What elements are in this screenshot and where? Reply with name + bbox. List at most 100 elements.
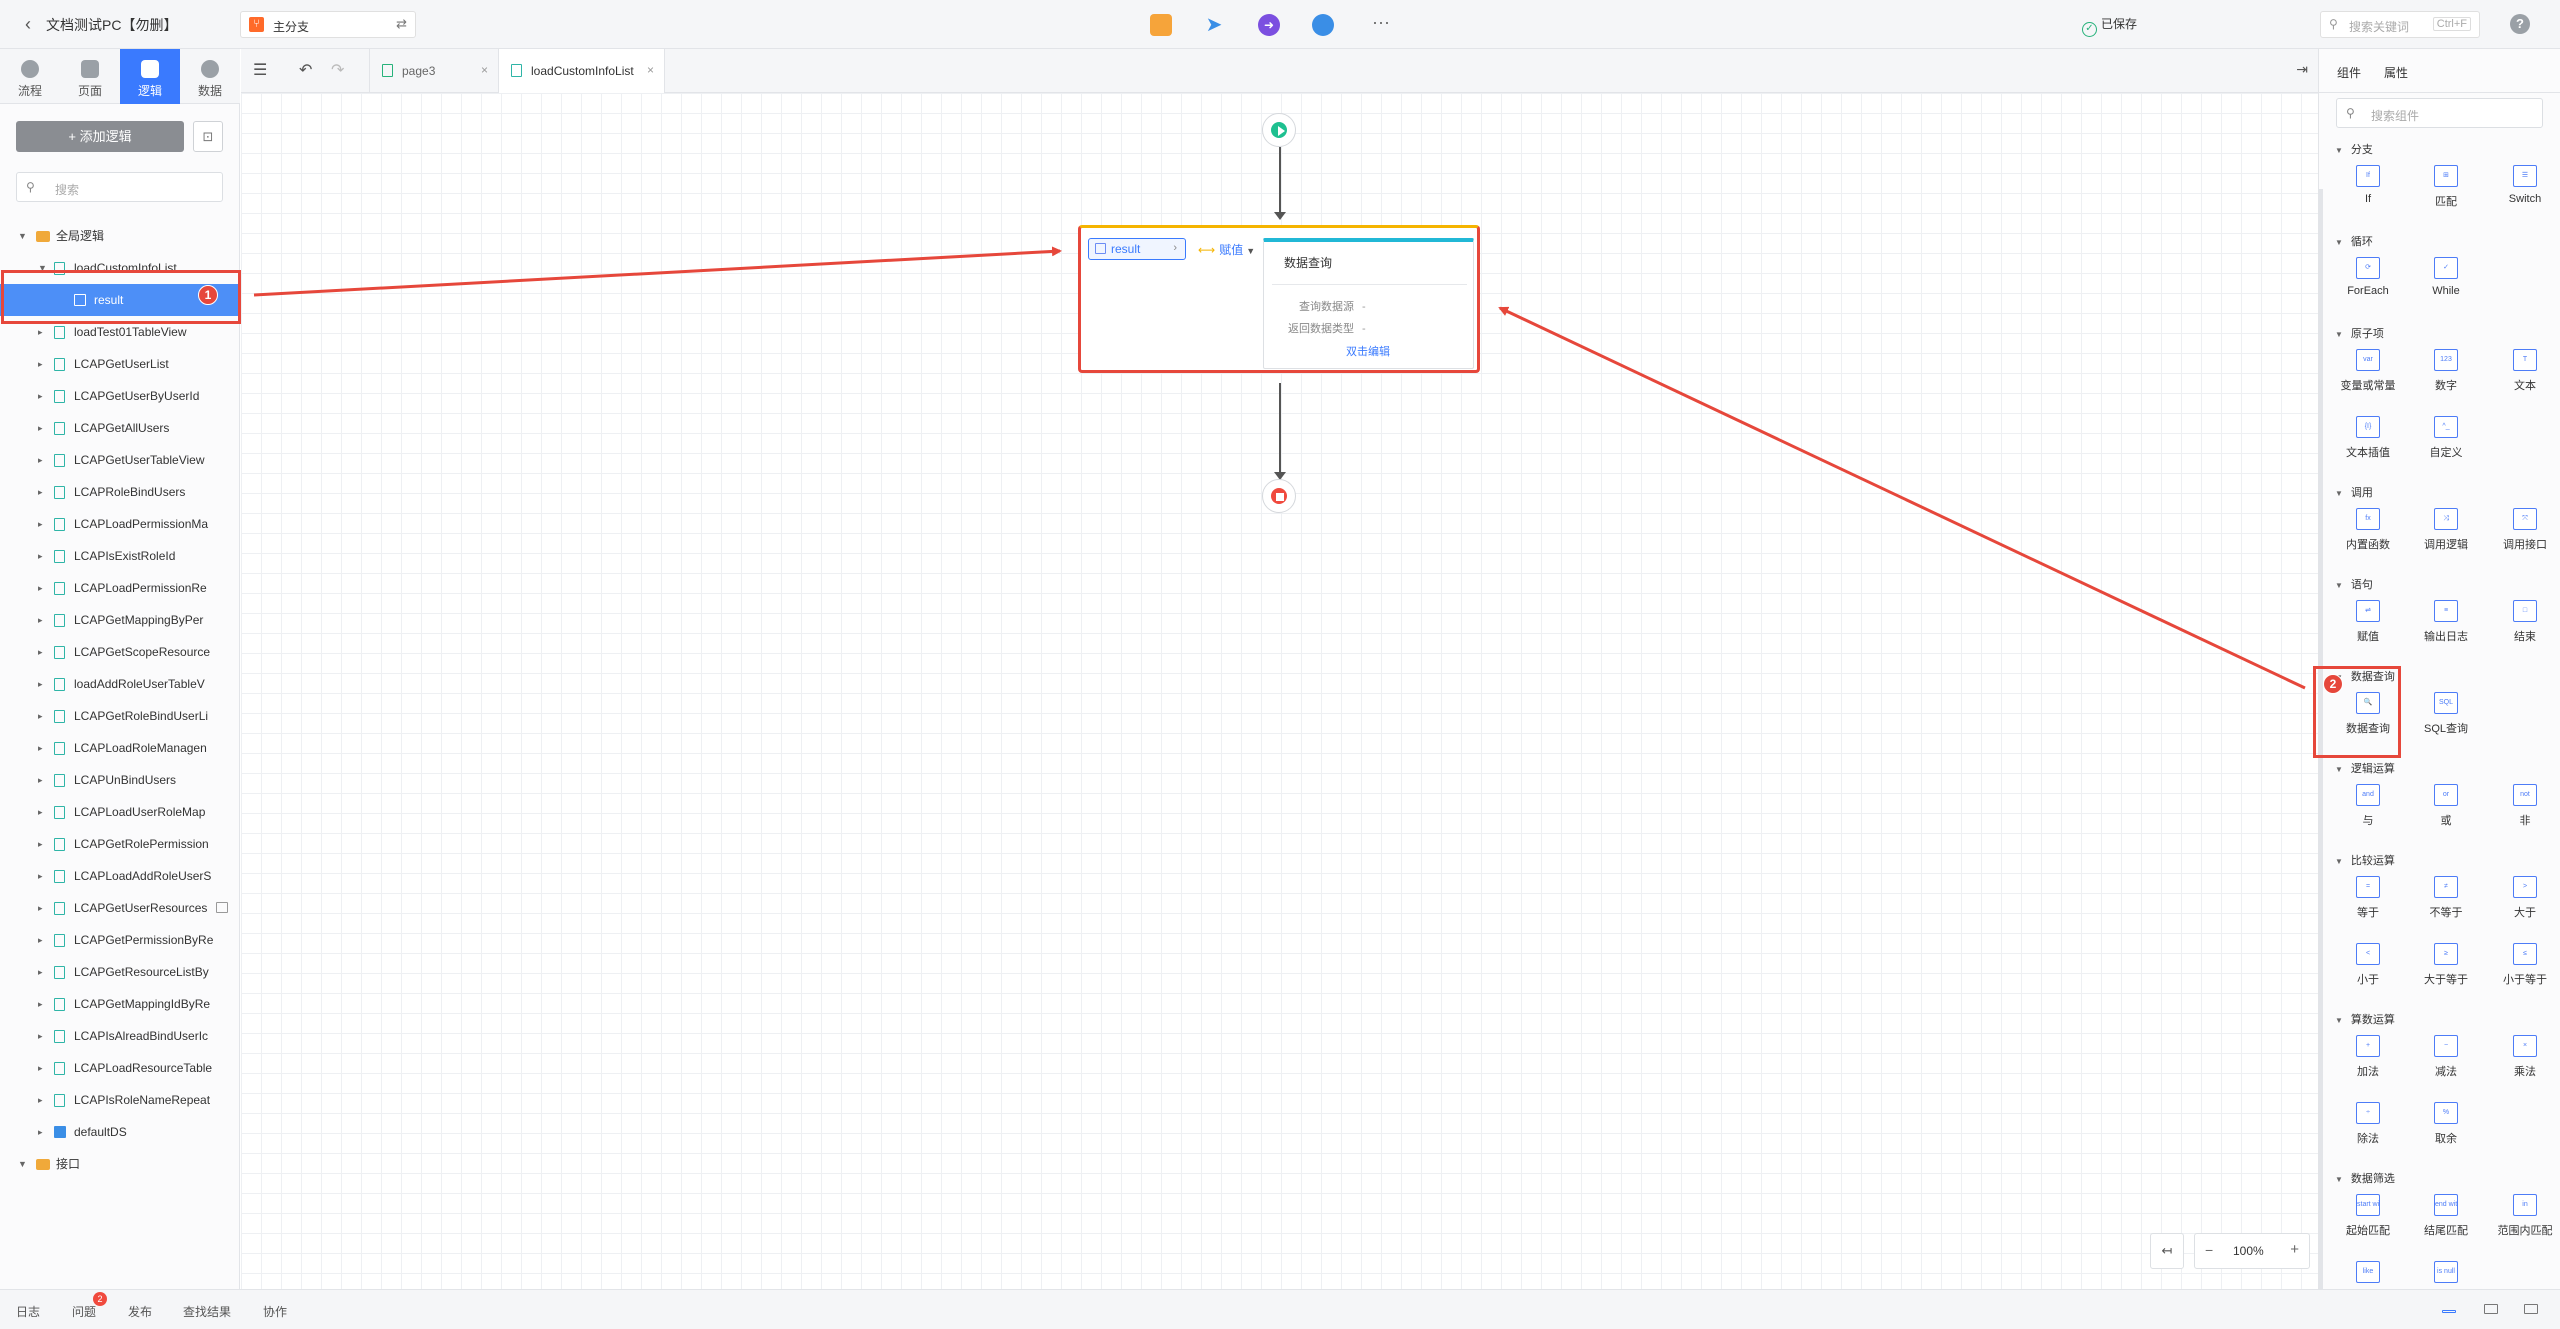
- component-item[interactable]: % 取余: [2413, 1102, 2479, 1146]
- undo-icon[interactable]: ↶: [299, 60, 312, 80]
- component-item[interactable]: ^_ 自定义: [2413, 416, 2479, 460]
- logic-canvas[interactable]: result › ⟷ 赋值 ▼ 数据查询 查询数据源 - 返回数据类型 - 双击编辑 ↤…: [241, 93, 2318, 1289]
- component-item[interactable]: ⟳ ForEach: [2335, 257, 2401, 297]
- tree-item[interactable]: ▸ LCAPGetScopeResource: [0, 636, 240, 668]
- component-item[interactable]: SQL SQL查询: [2413, 692, 2479, 736]
- caret-right-icon[interactable]: ▸: [38, 476, 43, 508]
- caret-right-icon[interactable]: ▸: [38, 604, 43, 636]
- component-item[interactable]: ≤ 小于等于: [2492, 943, 2558, 987]
- tree-item[interactable]: ▼ loadCustomInfoList: [0, 252, 240, 284]
- tab-log[interactable]: 日志: [16, 1303, 40, 1320]
- category-header[interactable]: ▼数据查询: [2335, 668, 2395, 684]
- component-item[interactable]: 🔍 数据查询: [2335, 692, 2401, 736]
- import-icon[interactable]: ⊡: [193, 121, 223, 152]
- global-search-input[interactable]: ⚲ 搜索关键词 Ctrl+F: [2320, 11, 2480, 38]
- tree-item[interactable]: ▸ LCAPLoadUserRoleMap: [0, 796, 240, 828]
- component-item[interactable]: + 加法: [2335, 1035, 2401, 1079]
- tree-item[interactable]: ▸ LCAPGetUserList: [0, 348, 240, 380]
- category-header[interactable]: ▼ 原子项: [2335, 325, 2384, 341]
- tab-data[interactable]: 数据: [180, 49, 240, 104]
- component-item[interactable]: T 文本: [2492, 349, 2558, 393]
- component-item[interactable]: If If: [2335, 165, 2401, 205]
- start-node[interactable]: [1262, 113, 1296, 147]
- tree-item[interactable]: ▸ defaultDS: [0, 1116, 240, 1148]
- component-item[interactable]: ⇌ 赋值: [2335, 600, 2401, 644]
- tree-item[interactable]: ▸ LCAPGetUserTableView: [0, 444, 240, 476]
- tab-issues[interactable]: 问题: [72, 1303, 96, 1320]
- component-item[interactable]: × 乘法: [2492, 1035, 2558, 1079]
- component-item[interactable]: fx 内置函数: [2335, 508, 2401, 552]
- component-item[interactable]: {I} 文本插值: [2335, 416, 2401, 460]
- component-item[interactable]: or 或: [2413, 784, 2479, 828]
- component-item[interactable]: ≥ 大于等于: [2413, 943, 2479, 987]
- data-query-card[interactable]: 数据查询 查询数据源 - 返回数据类型 - 双击编辑: [1263, 238, 1474, 369]
- category-header[interactable]: ▼ 比较运算: [2335, 852, 2395, 868]
- caret-right-icon[interactable]: ▸: [38, 764, 43, 796]
- tab-publish[interactable]: 发布: [128, 1303, 152, 1320]
- assign-operator[interactable]: ⟷ 赋值 ▼: [1198, 241, 1255, 258]
- tree-item[interactable]: ▸ LCAPGetResourceListBy: [0, 956, 240, 988]
- add-logic-button[interactable]: + 添加逻辑: [16, 121, 184, 152]
- tab-properties[interactable]: 属性: [2384, 64, 2408, 81]
- swap-icon[interactable]: ⇄: [396, 16, 407, 32]
- tree-item[interactable]: ▸ LCAPGetPermissionByRe: [0, 924, 240, 956]
- fit-view-icon[interactable]: ↤: [2150, 1233, 2184, 1269]
- cloud-icon[interactable]: [1312, 14, 1334, 36]
- category-header[interactable]: ▼ 循环: [2335, 233, 2373, 249]
- scrollbar[interactable]: [2319, 189, 2323, 1289]
- component-item[interactable]: < 小于: [2335, 943, 2401, 987]
- collapse-right-icon[interactable]: ⇥: [2296, 61, 2308, 78]
- tree-item[interactable]: ▸ LCAPLoadResourceTable: [0, 1052, 240, 1084]
- caret-down-icon[interactable]: ▼: [38, 252, 47, 284]
- component-item[interactable]: ☰ Switch: [2492, 165, 2558, 205]
- folder-interface[interactable]: ▼ 接口: [0, 1148, 240, 1180]
- caret-right-icon[interactable]: ▸: [38, 796, 43, 828]
- component-item[interactable]: and 与: [2335, 784, 2401, 828]
- tree-item[interactable]: ▸ LCAPUnBindUsers: [0, 764, 240, 796]
- end-node[interactable]: [1262, 479, 1296, 513]
- layout-maximize-icon[interactable]: [2524, 1304, 2538, 1314]
- tree-item[interactable]: ▸ LCAPGetUserByUserId: [0, 380, 240, 412]
- tab-search-results[interactable]: 查找结果: [183, 1303, 231, 1320]
- assign-node[interactable]: result › ⟷ 赋值 ▼ 数据查询 查询数据源 - 返回数据类型 - 双击编辑: [1078, 225, 1480, 373]
- tab-collaboration[interactable]: 协作: [263, 1303, 287, 1320]
- tree-item[interactable]: ▸ LCAPGetMappingIdByRe: [0, 988, 240, 1020]
- component-item[interactable]: in 范围内匹配: [2492, 1194, 2558, 1238]
- category-header[interactable]: ▼ 调用: [2335, 484, 2373, 500]
- caret-right-icon[interactable]: ▸: [38, 860, 43, 892]
- caret-right-icon[interactable]: ▸: [38, 828, 43, 860]
- caret-right-icon[interactable]: ▸: [38, 668, 43, 700]
- preview-icon[interactable]: [1150, 14, 1172, 36]
- zoom-out-icon[interactable]: −: [2205, 1242, 2213, 1258]
- tree-item[interactable]: ▸ LCAPLoadRoleManagen: [0, 732, 240, 764]
- component-item[interactable]: ✓ While: [2413, 257, 2479, 297]
- category-header[interactable]: ▼ 数据筛选: [2335, 1170, 2395, 1186]
- component-item[interactable]: ⤧ 调用接口: [2492, 508, 2558, 552]
- category-header[interactable]: ▼ 逻辑运算: [2335, 760, 2395, 776]
- caret-right-icon[interactable]: ▸: [38, 636, 43, 668]
- caret-right-icon[interactable]: ▸: [38, 988, 43, 1020]
- close-icon[interactable]: ×: [481, 63, 488, 77]
- tree-item[interactable]: ▸ loadAddRoleUserTableV: [0, 668, 240, 700]
- caret-right-icon[interactable]: ▸: [38, 1052, 43, 1084]
- tree-item[interactable]: ▸ LCAPGetAllUsers: [0, 412, 240, 444]
- component-item[interactable]: ≠ 不等于: [2413, 876, 2479, 920]
- component-item[interactable]: is null: [2413, 1261, 2479, 1289]
- tab-components[interactable]: 组件: [2337, 64, 2361, 81]
- double-click-edit-link[interactable]: 双击编辑: [1346, 343, 1390, 359]
- tab-page3[interactable]: page3 ×: [369, 49, 499, 93]
- tree-item[interactable]: ▸ LCAPLoadPermissionRe: [0, 572, 240, 604]
- tab-loadcustominfolist[interactable]: loadCustomInfoList ×: [499, 49, 665, 93]
- caret-right-icon[interactable]: ▸: [38, 316, 43, 348]
- caret-right-icon[interactable]: ▸: [38, 1084, 43, 1116]
- publish-plane-icon[interactable]: ➤: [1203, 14, 1225, 36]
- redo-icon[interactable]: ↷: [331, 60, 344, 80]
- close-icon[interactable]: ×: [647, 63, 654, 77]
- category-header[interactable]: ▼ 算数运算: [2335, 1011, 2395, 1027]
- caret-right-icon[interactable]: ▸: [38, 1020, 43, 1052]
- tree-item[interactable]: ▸ LCAPIsAlreadBindUserIc: [0, 1020, 240, 1052]
- component-item[interactable]: end with 结尾匹配: [2413, 1194, 2479, 1238]
- tree-item[interactable]: ▸ LCAPLoadPermissionMa: [0, 508, 240, 540]
- caret-right-icon[interactable]: ▸: [38, 700, 43, 732]
- comment-icon[interactable]: [216, 902, 228, 913]
